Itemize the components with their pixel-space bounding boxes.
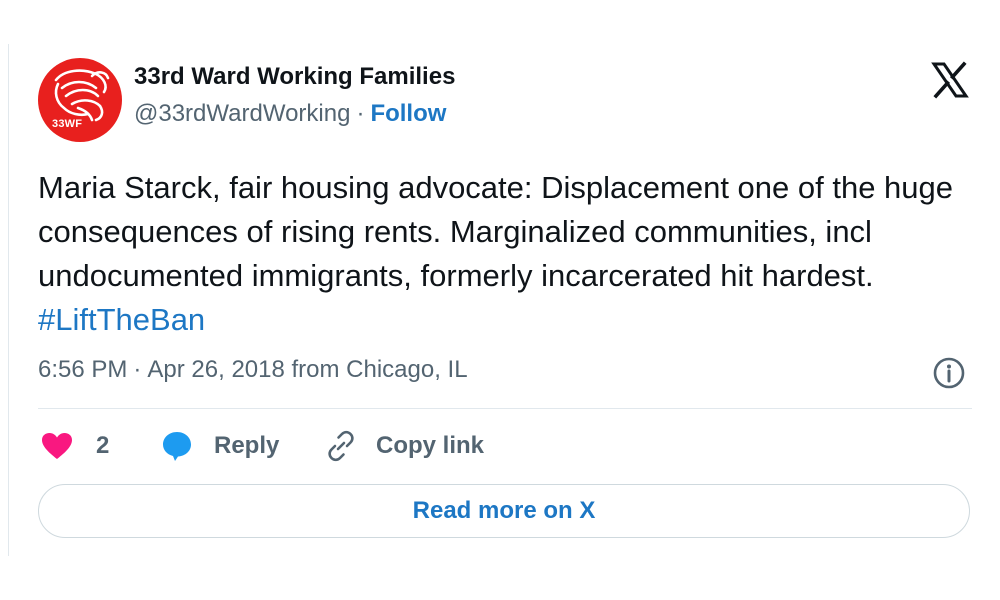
tweet-text: Maria Starck, fair housing advocate: Dis… <box>38 166 958 342</box>
tweet-body: Maria Starck, fair housing advocate: Dis… <box>38 170 954 293</box>
reply-button[interactable]: Reply <box>160 426 279 466</box>
follow-button[interactable]: Follow <box>370 100 446 127</box>
tweet-date[interactable]: Apr 26, 2018 <box>147 356 284 383</box>
heart-icon <box>42 433 72 459</box>
avatar-text: 33WF <box>52 118 83 130</box>
tweet-location: from Chicago, IL <box>291 356 468 383</box>
display-name[interactable]: 33rd Ward Working Families <box>134 63 455 91</box>
handle-row: @33rdWardWorking · Follow <box>134 100 446 128</box>
like-button[interactable]: 2 <box>40 426 109 466</box>
reply-bubble-icon <box>163 432 191 461</box>
divider <box>38 408 972 409</box>
copy-link-label: Copy link <box>376 432 485 459</box>
x-logo-icon[interactable] <box>930 60 970 100</box>
handle-separator: · <box>356 100 365 127</box>
meta-separator: · <box>133 356 142 383</box>
tweet-time[interactable]: 6:56 PM <box>38 356 127 383</box>
tweet-meta: 6:56 PM · Apr 26, 2018 from Chicago, IL <box>38 356 468 384</box>
avatar[interactable]: 33WF <box>38 58 122 142</box>
info-icon[interactable] <box>932 356 966 390</box>
hashtag-link[interactable]: #LiftTheBan <box>38 302 205 337</box>
like-count: 2 <box>96 432 110 459</box>
handle[interactable]: @33rdWardWorking <box>134 100 350 127</box>
read-more-button[interactable]: Read more on X <box>38 484 970 538</box>
action-bar: 2 Reply Copy link <box>38 426 938 466</box>
link-icon <box>328 430 354 462</box>
reply-label: Reply <box>214 432 280 459</box>
copy-link-button[interactable]: Copy link <box>324 426 484 466</box>
